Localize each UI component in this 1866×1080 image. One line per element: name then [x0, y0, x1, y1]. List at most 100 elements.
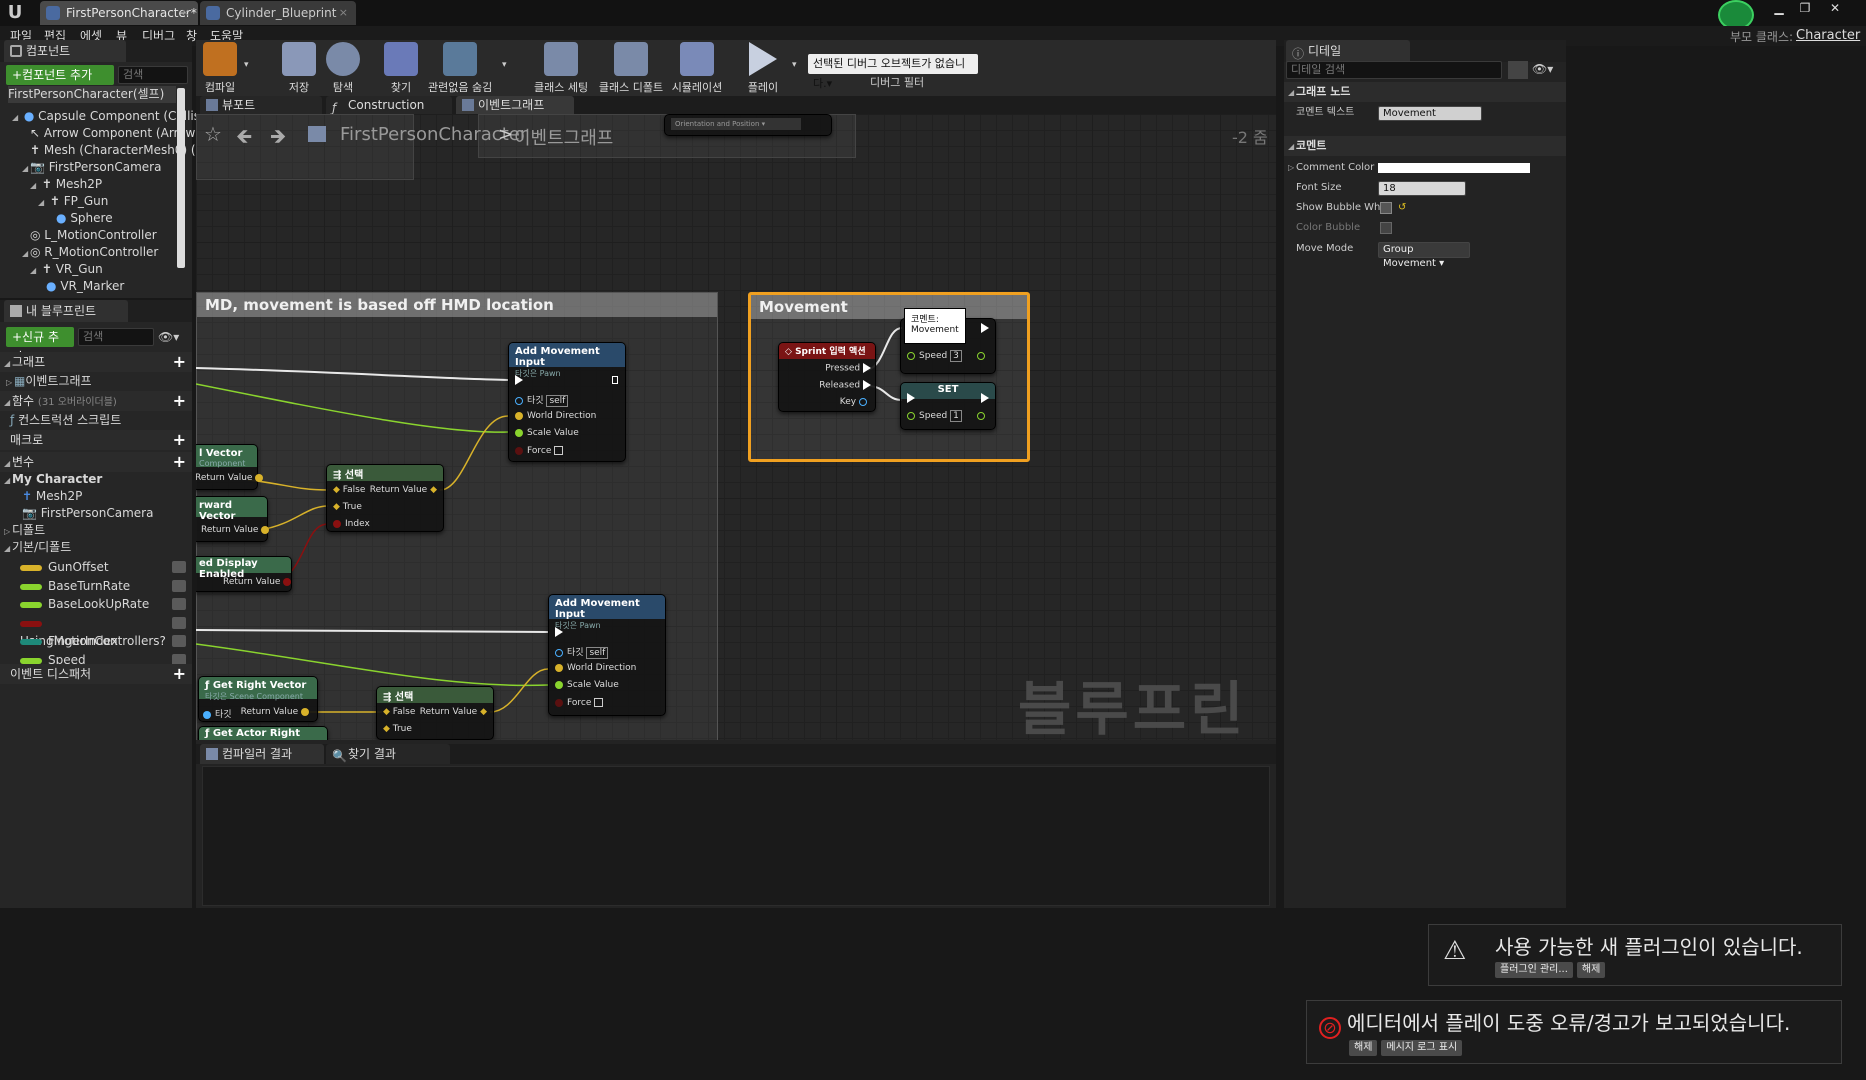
comment-title[interactable]: Movement [751, 295, 1027, 319]
var-mesh2p[interactable]: ✝ Mesh2P [22, 488, 82, 505]
close-icon[interactable]: × [181, 1, 190, 25]
eye-toggle-icon[interactable] [172, 617, 186, 629]
key-pin[interactable]: Key [840, 397, 871, 407]
scale-value-pin[interactable]: Scale Value [555, 680, 619, 690]
return-value-pin[interactable]: Return Value ◆ [370, 485, 437, 495]
play-button[interactable]: 플레이 [744, 40, 782, 96]
tab-construction-script[interactable]: ƒConstruction Scrip [326, 96, 452, 130]
browse-button[interactable]: 탐색 [326, 40, 360, 96]
components-scrollbar[interactable] [177, 88, 185, 268]
var-baselookuprate[interactable]: BaseLookUpRate [20, 595, 192, 613]
return-value-pin[interactable]: Return Value [241, 707, 313, 717]
force-checkbox[interactable] [554, 446, 564, 455]
eye-toggle-icon[interactable] [172, 635, 186, 647]
compile-dropdown-icon[interactable]: ▾ [244, 60, 249, 70]
comment-color-swatch[interactable] [1378, 163, 1530, 173]
target-pin[interactable]: 타깃 self [555, 645, 609, 659]
add-component-button[interactable]: +컴포넌트 추가 [6, 65, 114, 85]
tab-compiler-results[interactable]: 컴파일러 결과 [200, 744, 324, 764]
return-value-pin[interactable]: Return Value [223, 577, 295, 587]
show-bubble-checkbox[interactable] [1380, 202, 1392, 214]
return-value-pin[interactable]: Return Value [201, 525, 273, 535]
details-tab[interactable]: ⓘ 디테일 [1286, 40, 1410, 62]
components-tab[interactable]: 컴포넌트 [4, 40, 126, 62]
speed-pin[interactable]: Speed 3 [907, 350, 962, 362]
add-macro-icon[interactable]: + [173, 431, 186, 449]
add-function-icon[interactable]: + [173, 392, 186, 410]
minimize-button[interactable]: ▁ [1766, 0, 1792, 16]
basic-defaults-category[interactable]: ◢ 기본/디폴트 [4, 539, 71, 556]
exec-out-pin[interactable] [981, 393, 989, 404]
add-movement-input-node-2[interactable]: Add Movement Input 타깃은 Pawn 타깃 self World… [548, 594, 666, 716]
tree-item-arrow[interactable]: ↖ Arrow Component (Arrow) (상 [30, 125, 220, 142]
parent-class-link[interactable]: Character [1796, 28, 1860, 43]
event-graph-item[interactable]: ▷ ▦이벤트그래프 [6, 373, 92, 390]
force-pin[interactable]: Force [555, 698, 604, 708]
expand-arrow-icon[interactable]: ▷ [1288, 158, 1294, 178]
exec-out-pin[interactable] [611, 375, 619, 386]
speed-pin[interactable]: Speed 1 [907, 410, 962, 422]
construction-script-item[interactable]: ƒ 컨스트럭션 스크립트 [10, 412, 121, 429]
property-matrix-icon[interactable] [1508, 61, 1528, 79]
force-pin[interactable]: Force [515, 446, 564, 456]
sprint-input-action-node[interactable]: ◇ Sprint 입력 액션 Pressed Released Key [778, 342, 876, 412]
true-pin[interactable]: ◆ True [333, 502, 362, 512]
var-baseturnrate[interactable]: BaseTurnRate [20, 577, 192, 595]
true-pin[interactable]: ◆ True [383, 724, 412, 734]
scale-value-pin[interactable]: Scale Value [515, 428, 579, 438]
add-new-button[interactable]: +신규 추가 [6, 327, 74, 364]
get-actor-right-vector-node[interactable]: ƒ Get Actor Right Vector [198, 726, 328, 740]
tree-item-l-motioncontroller[interactable]: ◎ L_MotionController [30, 227, 157, 244]
add-graph-icon[interactable]: + [173, 353, 186, 371]
graph-node-category[interactable]: ◢ 그래프 노드 [1284, 82, 1566, 102]
eye-toggle-icon[interactable] [172, 598, 186, 610]
target-pin[interactable]: 타깃 self [515, 393, 569, 407]
force-checkbox[interactable] [594, 698, 604, 707]
add-variable-icon[interactable]: + [173, 453, 186, 471]
play-dropdown-icon[interactable]: ▾ [792, 60, 797, 70]
color-bubble-checkbox[interactable] [1380, 222, 1392, 234]
exec-in-pin[interactable] [515, 375, 523, 386]
visibility-eye-icon[interactable]: 👁▾ [158, 330, 179, 344]
tree-item-fpgun[interactable]: ◢ ✝ FP_Gun [38, 193, 108, 210]
doc-tab-cylinder-blueprint[interactable]: Cylinder_Blueprint × [200, 1, 356, 25]
tab-viewport[interactable]: 뷰포트 [200, 96, 322, 114]
hide-unrelated-button[interactable]: 관련없음 숨김 [428, 40, 492, 96]
tree-item-vrmarker[interactable]: ● VR_Marker [46, 278, 124, 295]
add-movement-input-node-1[interactable]: Add Movement Input 타깃은 Pawn 타깃 self World… [508, 342, 626, 462]
vector-node[interactable]: l Vector Component Return Value [196, 444, 264, 490]
pressed-pin[interactable]: Pressed [825, 363, 871, 374]
var-gunoffset[interactable]: GunOffset [20, 558, 192, 576]
save-button[interactable]: 저장 [282, 40, 316, 96]
simulation-button[interactable]: 시뮬레이션 [670, 40, 724, 96]
var-usingmotioncontrollers[interactable]: UsingMotionControllers? [20, 614, 192, 648]
restore-button[interactable]: ❐ [1792, 0, 1818, 16]
var-firstpersoncamera[interactable]: 📷 FirstPersonCamera [22, 505, 153, 522]
speed-out-pin[interactable] [977, 411, 989, 421]
components-search-input[interactable]: 검색 [118, 66, 188, 84]
released-pin[interactable]: Released [819, 380, 871, 391]
my-blueprint-tab[interactable]: 내 블루프린트 [4, 300, 128, 322]
doc-tab-firstpersoncharacter[interactable]: FirstPersonCharacter* × [40, 1, 198, 25]
class-defaults-button[interactable]: 클래스 디폴트 [598, 40, 664, 96]
comment-category[interactable]: ◢ 코멘트 [1284, 136, 1566, 156]
font-size-input[interactable]: 18 [1378, 181, 1466, 196]
class-settings-button[interactable]: 클래스 세팅 [534, 40, 588, 96]
move-mode-select[interactable]: Group Movement ▾ [1378, 242, 1470, 269]
close-window-button[interactable]: ✕ [1822, 0, 1848, 16]
target-pin[interactable]: 타깃 [203, 707, 232, 720]
my-blueprint-search-input[interactable]: 검색 [78, 328, 154, 346]
tab-find-results[interactable]: 🔍 찾기 결과 [326, 744, 450, 764]
reset-arrow-icon[interactable]: ↺ [1398, 198, 1406, 218]
dismiss-plugin-button[interactable]: 해제 [1576, 962, 1606, 978]
tree-item-capsule[interactable]: ◢ ● Capsule Component (Collision [12, 108, 218, 125]
event-graph-canvas[interactable]: Orientation and Position ▾ ☆ 🡸 🡺 FirstPe… [196, 114, 1276, 740]
display-enabled-node[interactable]: ed Display Enabled Return Value [196, 556, 292, 592]
false-pin[interactable]: ◆ False [383, 707, 415, 717]
select-node-2[interactable]: ⇶ 선택 ◆ False Return Value ◆ ◆ True [376, 686, 494, 740]
get-right-vector-node[interactable]: ƒ Get Right Vector 타깃은 Scene Component 타깃… [198, 676, 318, 722]
hide-unrelated-dropdown-icon[interactable]: ▾ [502, 60, 507, 70]
eye-toggle-icon[interactable] [172, 580, 186, 592]
dismiss-error-button[interactable]: 해제 [1349, 1040, 1378, 1056]
tree-item-root[interactable]: FirstPersonCharacter(셀프) [8, 86, 176, 103]
